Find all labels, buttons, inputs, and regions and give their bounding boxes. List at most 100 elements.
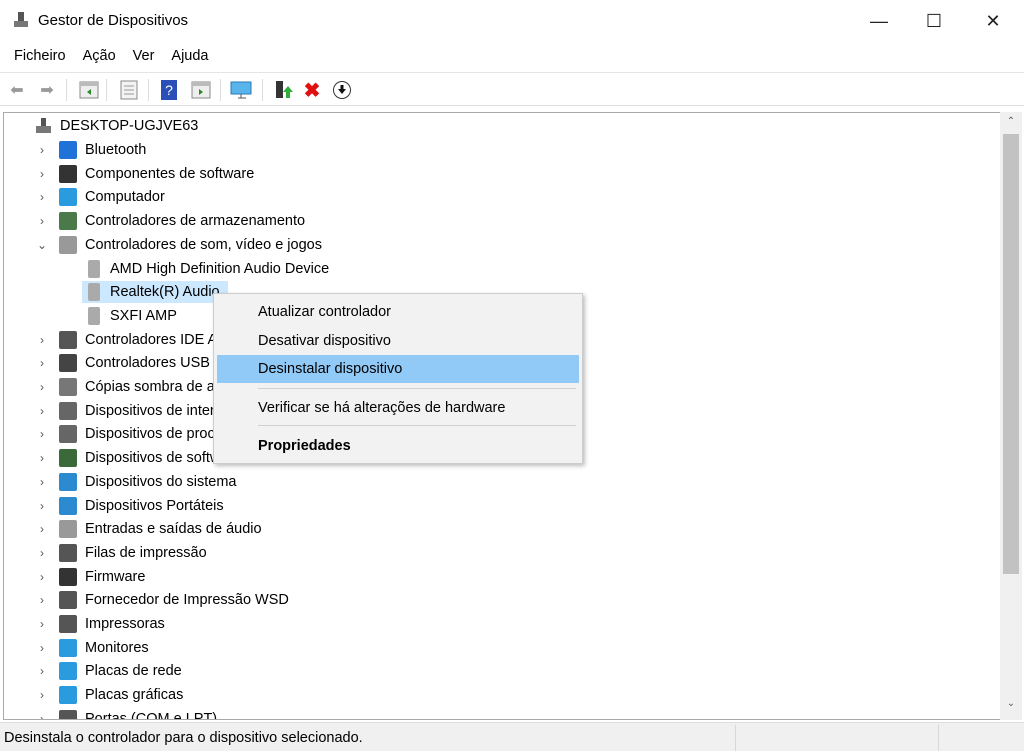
storage-icon bbox=[59, 212, 77, 231]
tree-item[interactable]: › Fornecedor de Impressão WSD bbox=[4, 589, 604, 611]
tree-subitem-label: AMD High Definition Audio Device bbox=[110, 260, 330, 277]
vertical-scrollbar[interactable]: ⌃ ⌄ bbox=[1000, 112, 1022, 720]
tree-item-label: Placas gráficas bbox=[85, 687, 184, 704]
show-hide-console-tree-icon[interactable] bbox=[78, 79, 100, 101]
printer-icon bbox=[59, 615, 77, 633]
status-text: Desinstala o controlador para o disposit… bbox=[4, 730, 363, 746]
chevron-right-icon[interactable]: › bbox=[36, 190, 48, 204]
display-adapter-icon bbox=[59, 686, 77, 705]
software-device-icon bbox=[59, 449, 77, 468]
menu-scan-hardware[interactable]: Verificar se há alterações de hardware bbox=[217, 394, 579, 422]
computer-icon bbox=[59, 188, 77, 207]
tree-item[interactable]: › Placas gráficas bbox=[4, 684, 604, 706]
tree-item-label: Monitores bbox=[85, 639, 149, 656]
chevron-right-icon[interactable]: › bbox=[36, 641, 48, 655]
tree-item[interactable]: › Controladores de armazenamento bbox=[4, 210, 604, 232]
tree-item[interactable]: › Bluetooth bbox=[4, 139, 604, 161]
chevron-right-icon[interactable]: › bbox=[36, 451, 48, 465]
chevron-right-icon[interactable]: › bbox=[36, 688, 48, 702]
properties-icon[interactable] bbox=[118, 79, 140, 101]
tree-item[interactable]: › Impressoras bbox=[4, 613, 604, 635]
scroll-thumb[interactable] bbox=[1003, 134, 1019, 574]
menu-view[interactable]: Ver bbox=[126, 44, 165, 70]
system-device-icon bbox=[59, 472, 77, 491]
menu-file[interactable]: Ficheiro bbox=[0, 44, 76, 70]
tree-item[interactable]: › Computador bbox=[4, 186, 604, 208]
chevron-right-icon[interactable]: › bbox=[36, 333, 48, 347]
hid-icon bbox=[59, 401, 77, 420]
firmware-icon bbox=[59, 567, 77, 586]
tree-item[interactable]: › Dispositivos do sistema bbox=[4, 471, 604, 493]
title-bar: Gestor de Dispositivos — ☐ ✕ bbox=[0, 0, 1024, 42]
chevron-right-icon[interactable]: › bbox=[36, 522, 48, 536]
tree-item[interactable]: › Placas de rede bbox=[4, 660, 604, 682]
chevron-right-icon[interactable]: › bbox=[36, 380, 48, 394]
device-manager-icon bbox=[14, 12, 28, 27]
chevron-right-icon[interactable]: › bbox=[36, 404, 48, 418]
minimize-button[interactable]: — bbox=[850, 0, 908, 42]
toolbar: ⬅ ➡ ? ✖ bbox=[0, 72, 1024, 106]
tree-item[interactable]: › Firmware bbox=[4, 566, 604, 588]
chevron-right-icon[interactable]: › bbox=[36, 214, 48, 228]
download-icon[interactable] bbox=[331, 79, 353, 101]
tree-item-label: Impressoras bbox=[85, 616, 165, 632]
maximize-button[interactable]: ☐ bbox=[905, 0, 963, 42]
back-icon[interactable]: ⬅ bbox=[6, 79, 28, 101]
chevron-right-icon[interactable]: › bbox=[36, 593, 48, 607]
tree-root[interactable]: ⌄ DESKTOP-UGJVE63 bbox=[4, 115, 404, 137]
chevron-right-icon[interactable]: › bbox=[36, 546, 48, 560]
menu-action[interactable]: Ação bbox=[76, 44, 126, 70]
chevron-down-icon[interactable]: ⌄ bbox=[36, 238, 48, 252]
help-icon[interactable]: ? bbox=[158, 79, 180, 101]
chevron-right-icon[interactable]: › bbox=[36, 167, 48, 181]
tree-item-label: Portas (COM e LPT) bbox=[85, 710, 218, 720]
chevron-right-icon[interactable]: › bbox=[36, 499, 48, 513]
speaker-icon bbox=[88, 306, 100, 325]
window-title: Gestor de Dispositivos bbox=[38, 12, 189, 29]
ide-icon bbox=[59, 330, 77, 349]
chevron-right-icon[interactable]: › bbox=[36, 427, 48, 441]
uninstall-icon[interactable]: ✖ bbox=[301, 79, 323, 102]
chevron-right-icon[interactable]: › bbox=[36, 664, 48, 678]
tree-item[interactable]: › Componentes de software bbox=[4, 163, 604, 185]
chevron-right-icon[interactable]: › bbox=[36, 712, 48, 719]
menu-update-driver[interactable]: Atualizar controlador bbox=[217, 298, 579, 326]
tree-item-label: Dispositivos Portáteis bbox=[85, 497, 224, 514]
tree-item[interactable]: › Entradas e saídas de áudio bbox=[4, 518, 604, 540]
tree-item-label: Fornecedor de Impressão WSD bbox=[85, 592, 289, 609]
scroll-down-arrow[interactable]: ⌄ bbox=[1000, 698, 1022, 716]
action-pane-icon[interactable] bbox=[190, 79, 212, 101]
chevron-right-icon[interactable]: › bbox=[36, 475, 48, 489]
chevron-right-icon[interactable]: › bbox=[36, 570, 48, 584]
menu-separator bbox=[258, 425, 576, 426]
forward-icon[interactable]: ➡ bbox=[36, 79, 58, 101]
bluetooth-icon bbox=[59, 141, 77, 159]
scroll-up-arrow[interactable]: ⌃ bbox=[1000, 116, 1022, 134]
menu-help[interactable]: Ajuda bbox=[164, 44, 218, 70]
update-driver-icon[interactable] bbox=[272, 79, 294, 101]
speaker-icon bbox=[59, 235, 77, 254]
wsd-printer-icon bbox=[59, 591, 77, 610]
chevron-right-icon[interactable]: › bbox=[36, 617, 48, 631]
scan-hardware-icon[interactable] bbox=[230, 79, 252, 101]
tree-item-label: Bluetooth bbox=[85, 142, 147, 158]
menu-disable-device[interactable]: Desativar dispositivo bbox=[217, 327, 579, 355]
tree-item[interactable]: › Dispositivos Portáteis bbox=[4, 495, 604, 517]
menu-properties[interactable]: Propriedades bbox=[217, 432, 579, 460]
tree-item-label: Controladores de som, vídeo e jogos bbox=[85, 236, 322, 253]
chevron-right-icon[interactable]: › bbox=[36, 143, 48, 157]
tree-subitem[interactable]: AMD High Definition Audio Device bbox=[4, 258, 604, 280]
audio-io-icon bbox=[59, 520, 77, 539]
print-queue-icon bbox=[59, 543, 77, 562]
port-icon bbox=[59, 709, 77, 719]
menu-separator bbox=[258, 388, 576, 389]
computer-root-icon bbox=[36, 118, 51, 133]
chevron-right-icon[interactable]: › bbox=[36, 356, 48, 370]
close-button[interactable]: ✕ bbox=[964, 0, 1022, 42]
context-menu: Atualizar controlador Desativar disposit… bbox=[213, 293, 583, 464]
tree-item[interactable]: ⌄ Controladores de som, vídeo e jogos bbox=[4, 234, 604, 256]
menu-uninstall-device[interactable]: Desinstalar dispositivo bbox=[217, 355, 579, 383]
tree-item[interactable]: › Filas de impressão bbox=[4, 542, 604, 564]
tree-item[interactable]: › Monitores bbox=[4, 637, 604, 659]
tree-item[interactable]: › Portas (COM e LPT) bbox=[4, 708, 604, 720]
